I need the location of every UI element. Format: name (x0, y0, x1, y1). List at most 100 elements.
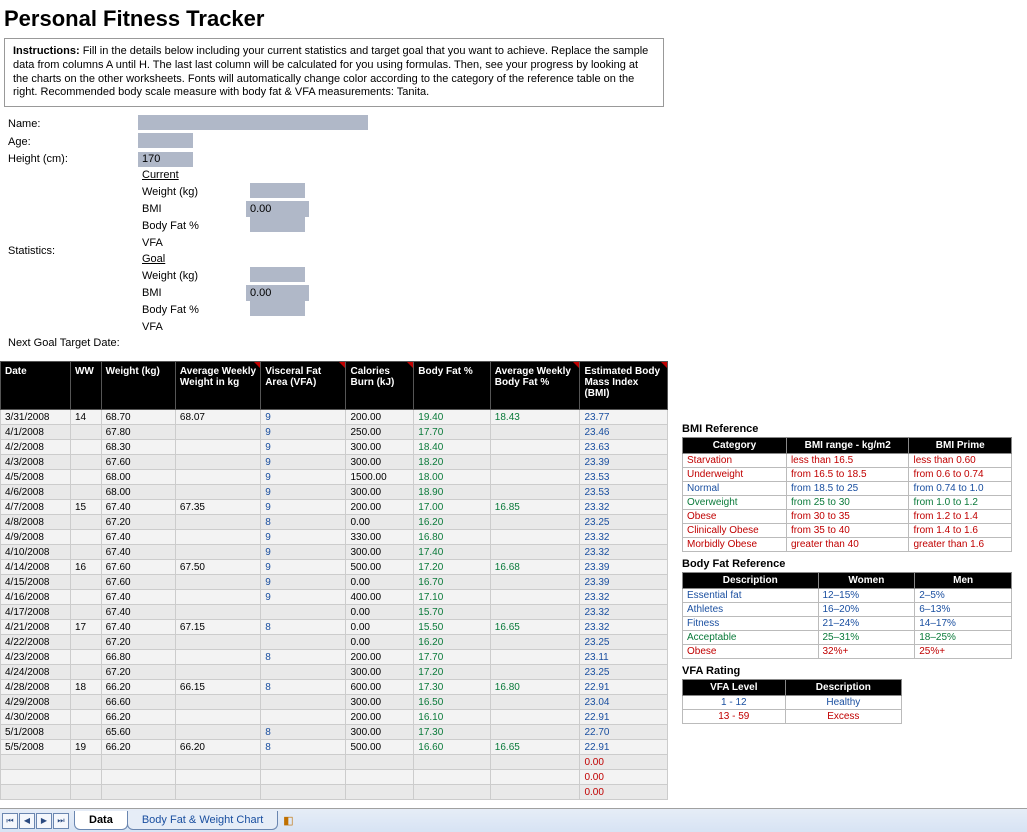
cell[interactable] (1, 755, 71, 770)
cell[interactable] (261, 695, 346, 710)
cell[interactable]: 16.80 (414, 530, 491, 545)
table-row[interactable]: 4/3/200867.609300.0018.2023.39 (1, 455, 668, 470)
cell[interactable]: 4/3/2008 (1, 455, 71, 470)
cell[interactable]: 8 (261, 680, 346, 695)
tab-prev-button[interactable]: ◀ (19, 813, 35, 829)
cell[interactable]: 66.20 (175, 740, 260, 755)
cell[interactable]: 4/24/2008 (1, 665, 71, 680)
cell[interactable]: 9 (261, 575, 346, 590)
cell[interactable]: 300.00 (346, 545, 414, 560)
cell[interactable]: 4/15/2008 (1, 575, 71, 590)
cell[interactable]: 23.32 (580, 620, 668, 635)
cell[interactable]: 16.65 (490, 620, 580, 635)
cell[interactable]: 23.25 (580, 665, 668, 680)
cell[interactable]: 23.77 (580, 410, 668, 425)
cell[interactable] (346, 785, 414, 800)
cell[interactable] (70, 590, 101, 605)
cell[interactable]: 9 (261, 530, 346, 545)
cell[interactable]: 600.00 (346, 680, 414, 695)
cell[interactable]: 67.20 (101, 665, 175, 680)
cell[interactable]: 16.70 (414, 575, 491, 590)
cell[interactable]: 16.80 (490, 680, 580, 695)
cell[interactable]: 18.90 (414, 485, 491, 500)
cell[interactable] (490, 755, 580, 770)
current-weight-input[interactable] (250, 183, 305, 198)
cell[interactable]: 200.00 (346, 650, 414, 665)
cell[interactable] (346, 755, 414, 770)
cell[interactable]: 4/22/2008 (1, 635, 71, 650)
cell[interactable] (490, 665, 580, 680)
cell[interactable]: 67.20 (101, 635, 175, 650)
cell[interactable] (490, 470, 580, 485)
cell[interactable]: 67.15 (175, 620, 260, 635)
cell[interactable] (261, 665, 346, 680)
cell[interactable] (175, 590, 260, 605)
cell[interactable] (70, 770, 101, 785)
cell[interactable]: 9 (261, 545, 346, 560)
cell[interactable]: 17.00 (414, 500, 491, 515)
cell[interactable]: 300.00 (346, 665, 414, 680)
table-row[interactable]: 4/30/200866.20200.0016.1022.91 (1, 710, 668, 725)
cell[interactable]: 67.80 (101, 425, 175, 440)
cell[interactable] (70, 650, 101, 665)
cell[interactable] (70, 455, 101, 470)
cell[interactable]: 66.60 (101, 695, 175, 710)
cell[interactable]: 9 (261, 410, 346, 425)
cell[interactable] (490, 605, 580, 620)
cell[interactable]: 4/21/2008 (1, 620, 71, 635)
cell[interactable] (175, 635, 260, 650)
cell[interactable]: 17.70 (414, 425, 491, 440)
cell[interactable]: 18.20 (414, 455, 491, 470)
table-row[interactable]: 4/15/200867.6090.0016.7023.39 (1, 575, 668, 590)
cell[interactable]: 500.00 (346, 560, 414, 575)
cell[interactable] (175, 605, 260, 620)
cell[interactable] (261, 635, 346, 650)
table-row[interactable]: 4/17/200867.400.0015.7023.32 (1, 605, 668, 620)
cell[interactable]: 200.00 (346, 710, 414, 725)
cell[interactable] (490, 575, 580, 590)
table-row[interactable]: 4/21/20081767.4067.1580.0015.5016.6523.3… (1, 620, 668, 635)
table-row[interactable]: 5/1/200865.608300.0017.3022.70 (1, 725, 668, 740)
table-row[interactable]: 4/5/200868.0091500.0018.0023.53 (1, 470, 668, 485)
cell[interactable] (70, 635, 101, 650)
cell[interactable]: 23.25 (580, 635, 668, 650)
cell[interactable]: 16.85 (490, 500, 580, 515)
goal-weight-input[interactable] (250, 267, 305, 282)
cell[interactable]: 4/29/2008 (1, 695, 71, 710)
cell[interactable]: 23.39 (580, 560, 668, 575)
cell[interactable]: 23.11 (580, 650, 668, 665)
cell[interactable]: 17.70 (414, 650, 491, 665)
cell[interactable] (414, 755, 491, 770)
cell[interactable]: 23.32 (580, 545, 668, 560)
cell[interactable] (101, 755, 175, 770)
cell[interactable]: 67.20 (101, 515, 175, 530)
cell[interactable] (101, 785, 175, 800)
cell[interactable]: 4/5/2008 (1, 470, 71, 485)
cell[interactable]: 67.50 (175, 560, 260, 575)
cell[interactable]: 16.20 (414, 635, 491, 650)
table-row[interactable]: 4/6/200868.009300.0018.9023.53 (1, 485, 668, 500)
cell[interactable]: 68.00 (101, 470, 175, 485)
cell[interactable]: 22.91 (580, 710, 668, 725)
cell[interactable] (261, 755, 346, 770)
cell[interactable]: 66.80 (101, 650, 175, 665)
cell[interactable]: 8 (261, 650, 346, 665)
cell[interactable]: 19.40 (414, 410, 491, 425)
cell[interactable]: 0.00 (346, 635, 414, 650)
cell[interactable]: 0.00 (580, 770, 668, 785)
cell[interactable]: 9 (261, 440, 346, 455)
cell[interactable] (346, 770, 414, 785)
cell[interactable]: 4/1/2008 (1, 425, 71, 440)
cell[interactable] (175, 440, 260, 455)
cell[interactable] (175, 485, 260, 500)
cell[interactable] (490, 455, 580, 470)
cell[interactable]: 4/23/2008 (1, 650, 71, 665)
cell[interactable]: 67.60 (101, 560, 175, 575)
cell[interactable]: 250.00 (346, 425, 414, 440)
cell[interactable] (175, 755, 260, 770)
cell[interactable] (70, 470, 101, 485)
tab-last-button[interactable]: ⏭ (53, 813, 69, 829)
cell[interactable]: 9 (261, 455, 346, 470)
cell[interactable] (70, 605, 101, 620)
cell[interactable] (70, 425, 101, 440)
